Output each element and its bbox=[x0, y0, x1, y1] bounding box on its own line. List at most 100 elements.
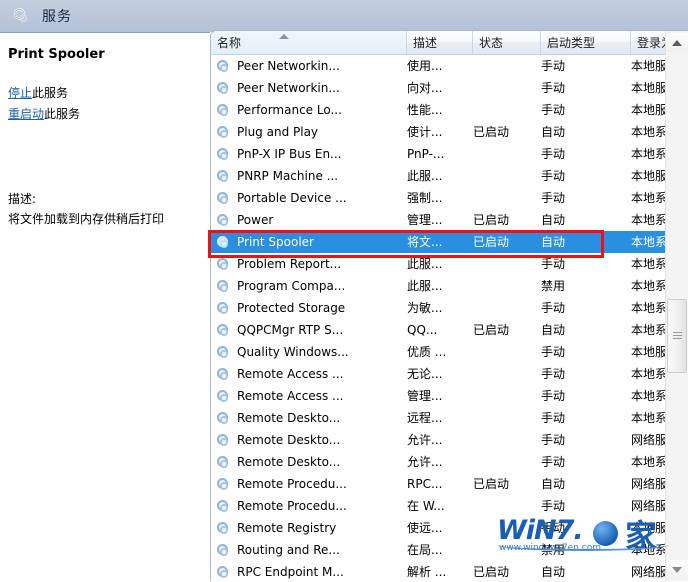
scrollbar-grip-icon bbox=[673, 332, 682, 340]
service-gear-icon bbox=[216, 103, 230, 117]
cell-state bbox=[473, 297, 531, 319]
table-row[interactable]: Remote Deskto... 远程... 手动 本地系统 bbox=[211, 407, 667, 429]
table-row[interactable]: QQPCMgr RTP S... QQ... 已启动 自动 本地系统 bbox=[211, 319, 667, 341]
service-gear-icon bbox=[216, 345, 230, 359]
vertical-scrollbar[interactable] bbox=[665, 31, 688, 581]
stop-service-link[interactable]: 停止 bbox=[8, 86, 32, 100]
cell-state bbox=[473, 385, 531, 407]
window-title: 服务 bbox=[42, 9, 72, 25]
table-row[interactable]: Remote Deskto... 允许... 手动 网络服务 bbox=[211, 429, 667, 451]
scroll-down-arrow-icon[interactable] bbox=[666, 560, 688, 579]
table-row[interactable]: Remote Deskto... 允许... 手动 本地系统 bbox=[211, 451, 667, 473]
cell-start: 手动 bbox=[541, 301, 566, 315]
column-header-label: 名称 bbox=[217, 36, 242, 50]
cell-start: 自动 bbox=[541, 125, 566, 139]
cell-desc: 向对... bbox=[407, 81, 443, 95]
table-row[interactable]: Print Spooler 将文... 已启动 自动 本地系统 bbox=[211, 231, 667, 253]
table-row[interactable]: Performance Lo... 性能... 手动 本地服务 bbox=[211, 99, 667, 121]
restart-service-link[interactable]: 重启动 bbox=[8, 107, 44, 121]
column-header-name[interactable]: 名称 bbox=[211, 31, 407, 54]
cell-desc: 使计... bbox=[407, 125, 443, 139]
cell-logon: 网络服务 bbox=[631, 565, 667, 579]
services-list-panel: 名称 描述 状态 启动类型 登录为 Peer Networkin... 使用... 手动 本地… bbox=[210, 30, 688, 581]
table-row[interactable]: Protected Storage 为敏... 手动 本地系统 bbox=[211, 297, 667, 319]
cell-start: 自动 bbox=[541, 323, 566, 337]
table-row[interactable]: Plug and Play 使计... 已启动 自动 本地系统 bbox=[211, 121, 667, 143]
cell-state bbox=[473, 165, 531, 187]
cell-start: 手动 bbox=[541, 455, 566, 469]
cell-logon: 本地系统 bbox=[631, 235, 667, 249]
cell-desc: 优质 ... bbox=[407, 345, 447, 359]
cell-start: 手动 bbox=[541, 191, 566, 205]
table-row[interactable]: Remote Procedu... 在 W... 手动 网络服务 bbox=[211, 495, 667, 517]
services-gear-icon bbox=[12, 7, 30, 25]
table-row[interactable]: Quality Windows... 优质 ... 手动 本地服务 bbox=[211, 341, 667, 363]
table-row[interactable]: Remote Procedu... RPC... 已启动 自动 网络服务 bbox=[211, 473, 667, 495]
description-text: 将文件加载到内存供稍后打印 bbox=[8, 212, 165, 226]
table-row[interactable]: Routing and Re... 在局... 禁用 本地系统 bbox=[211, 539, 667, 561]
cell-start: 手动 bbox=[541, 345, 566, 359]
service-gear-icon bbox=[216, 147, 230, 161]
cell-name: PnP-X IP Bus En... bbox=[237, 147, 342, 161]
cell-name: Remote Procedu... bbox=[237, 499, 347, 513]
table-row[interactable]: Portable Device ... 强制... 手动 本地系统 bbox=[211, 187, 667, 209]
cell-name: QQPCMgr RTP S... bbox=[237, 323, 344, 337]
cell-state bbox=[473, 187, 531, 209]
cell-logon: 本地系统 bbox=[631, 301, 667, 315]
cell-start: 手动 bbox=[541, 389, 566, 403]
cell-name: Routing and Re... bbox=[237, 543, 340, 557]
service-gear-icon bbox=[216, 389, 230, 403]
table-row[interactable]: Peer Networkin... 向对... 手动 本地服务 bbox=[211, 77, 667, 99]
cell-desc: 管理... bbox=[407, 389, 443, 403]
scroll-up-arrow-icon[interactable] bbox=[666, 33, 688, 52]
cell-desc: 解析 ... bbox=[407, 565, 447, 579]
table-row[interactable]: Peer Networkin... 使用... 手动 本地服务 bbox=[211, 55, 667, 77]
cell-state bbox=[473, 517, 531, 539]
cell-name: Remote Access ... bbox=[237, 367, 344, 381]
cell-name: Problem Report... bbox=[237, 257, 342, 271]
table-row[interactable]: Remote Access ... 无论... 手动 本地系统 bbox=[211, 363, 667, 385]
description-label: 描述: bbox=[8, 192, 37, 206]
table-row[interactable]: Remote Registry 使远... 手动 本地服务 bbox=[211, 517, 667, 539]
cell-logon: 本地服务 bbox=[631, 169, 667, 183]
cell-start: 手动 bbox=[541, 81, 566, 95]
cell-name: Quality Windows... bbox=[237, 345, 349, 359]
cell-state: 已启动 bbox=[473, 565, 510, 579]
stop-service-action[interactable]: 停止此服务 bbox=[8, 84, 68, 101]
service-gear-icon bbox=[216, 433, 230, 447]
cell-desc: 此服... bbox=[407, 257, 443, 271]
services-table-body[interactable]: Peer Networkin...使用...手动本地服务 Peer Network… bbox=[211, 55, 667, 581]
stop-service-suffix: 此服务 bbox=[32, 86, 69, 100]
restart-service-action[interactable]: 重启动此服务 bbox=[8, 105, 80, 122]
cell-logon: 网络服务 bbox=[631, 477, 667, 491]
cell-start: 手动 bbox=[541, 433, 566, 447]
table-row[interactable]: Power 管理... 已启动 自动 本地系统 bbox=[211, 209, 667, 231]
table-row[interactable]: Remote Access ... 管理... 手动 本地系统 bbox=[211, 385, 667, 407]
scrollbar-thumb[interactable] bbox=[667, 299, 687, 373]
cell-logon: 本地系统 bbox=[631, 125, 667, 139]
service-gear-icon bbox=[216, 279, 230, 293]
cell-state bbox=[473, 99, 531, 121]
cell-desc: QQ... bbox=[407, 323, 438, 337]
cell-state bbox=[473, 451, 531, 473]
cell-state bbox=[473, 495, 531, 517]
cell-desc: 允许... bbox=[407, 433, 443, 447]
table-row[interactable]: PnP-X IP Bus En... PnP-... 手动 本地系统 bbox=[211, 143, 667, 165]
table-row[interactable]: RPC Endpoint M... 解析 ... 已启动 自动 网络服务 bbox=[211, 561, 667, 581]
cell-name: Print Spooler bbox=[237, 235, 314, 249]
table-row[interactable]: Problem Report... 此服... 手动 本地系统 bbox=[211, 253, 667, 275]
cell-logon: 本地系统 bbox=[631, 389, 667, 403]
cell-desc: 使远... bbox=[407, 521, 443, 535]
cell-logon: 本地系统 bbox=[631, 257, 667, 271]
service-gear-icon bbox=[216, 477, 230, 491]
cell-desc: 远程... bbox=[407, 411, 443, 425]
table-row[interactable]: Program Compa... 此服... 禁用 本地系统 bbox=[211, 275, 667, 297]
cell-start: 自动 bbox=[541, 477, 566, 491]
table-row[interactable]: PNRP Machine ... 此服... 手动 本地服务 bbox=[211, 165, 667, 187]
column-header-state[interactable]: 状态 bbox=[473, 31, 541, 54]
column-header-desc[interactable]: 描述 bbox=[407, 31, 473, 54]
cell-name: Peer Networkin... bbox=[237, 81, 340, 95]
service-gear-icon bbox=[216, 125, 230, 139]
service-gear-icon bbox=[216, 565, 230, 579]
column-header-start[interactable]: 启动类型 bbox=[541, 31, 631, 54]
